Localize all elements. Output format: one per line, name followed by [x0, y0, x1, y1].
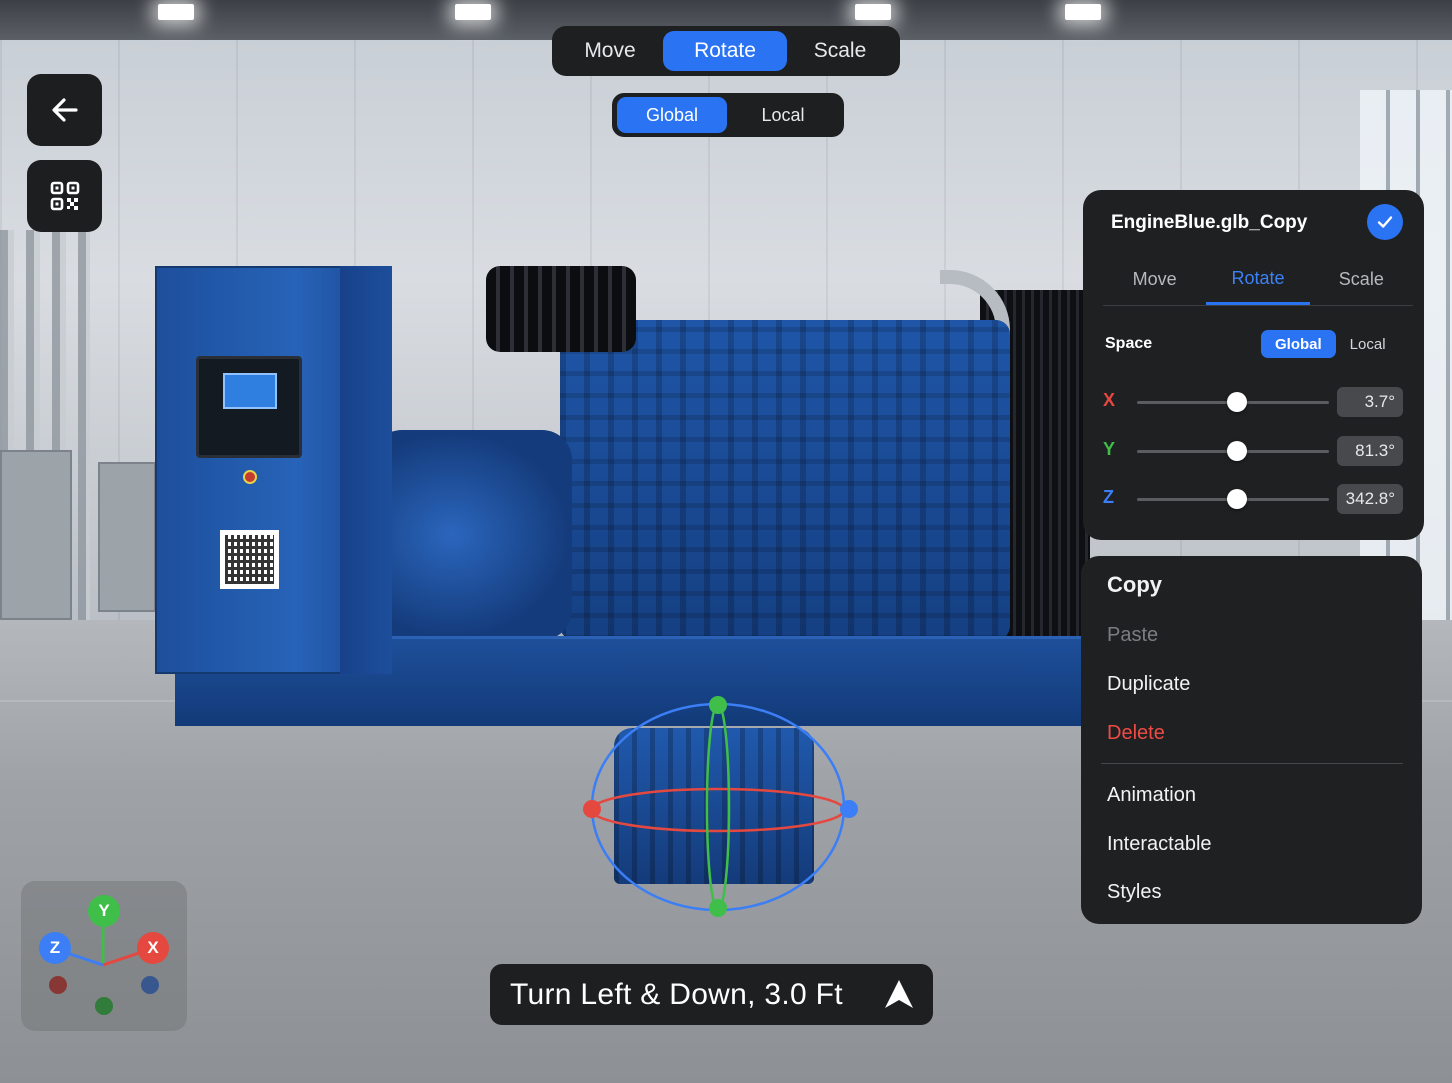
confirm-button[interactable]	[1367, 204, 1403, 240]
arrow-left-icon	[51, 98, 78, 122]
menu-item-duplicate[interactable]: Duplicate	[1107, 673, 1190, 696]
navigation-arrow-icon	[885, 980, 913, 1008]
ceiling-light	[855, 4, 891, 20]
electrical-cabinet	[98, 462, 156, 612]
object-context-menu: Copy Paste Duplicate Delete Animation In…	[1081, 556, 1422, 924]
menu-item-styles[interactable]: Styles	[1107, 881, 1161, 904]
generator-cabinet-side	[340, 266, 392, 674]
generator-air-filter	[486, 266, 636, 352]
transform-inspector-panel: EngineBlue.glb_Copy Move Rotate Scale Sp…	[1083, 190, 1424, 540]
menu-item-delete[interactable]: Delete	[1107, 722, 1165, 745]
menu-item-copy[interactable]: Copy	[1107, 572, 1162, 598]
axis-label-z: Z	[1103, 487, 1114, 507]
tab-rotate[interactable]: Rotate	[1206, 254, 1310, 305]
emergency-stop-button	[243, 470, 257, 484]
space-option-global[interactable]: Global	[1261, 330, 1336, 358]
ceiling-light	[1065, 4, 1101, 20]
navigation-hint-text: Turn Left & Down, 3.0 Ft	[510, 977, 843, 1011]
axis-value-x[interactable]: 3.7°	[1337, 387, 1403, 417]
axis-widget-x-label: X	[147, 938, 159, 957]
axis-row-x: X 3.7°	[1103, 387, 1405, 417]
qr-code-icon	[50, 181, 79, 211]
axis-row-y: Y 81.3°	[1103, 436, 1405, 466]
ceiling-light	[455, 4, 491, 20]
ceiling-light	[158, 4, 194, 20]
axis-label-x: X	[1103, 390, 1116, 410]
generator-engine-block	[560, 320, 1010, 640]
axis-label-y: Y	[1103, 439, 1116, 459]
gizmo-z-ring	[590, 702, 846, 912]
transform-space-toolbar: Global Local	[612, 93, 844, 137]
control-display	[223, 373, 277, 409]
mode-move-button[interactable]: Move	[557, 31, 663, 71]
rotate-gizmo[interactable]	[575, 690, 865, 920]
space-local-button[interactable]: Local	[727, 97, 839, 133]
gizmo-y-ring	[705, 702, 731, 912]
gizmo-y-handle-bottom	[709, 899, 727, 917]
space-label: Space	[1105, 335, 1153, 352]
tab-move[interactable]: Move	[1103, 254, 1206, 305]
space-global-button[interactable]: Global	[617, 97, 727, 133]
generator-qr-tag	[220, 530, 279, 589]
axis-slider-x-knob[interactable]	[1226, 392, 1247, 412]
orientation-axis-widget[interactable]: Y Z X	[21, 881, 187, 1031]
navigation-hint: Turn Left & Down, 3.0 Ft	[490, 964, 933, 1025]
menu-item-interactable[interactable]: Interactable	[1107, 833, 1212, 856]
inspector-tabs: Move Rotate Scale	[1103, 254, 1413, 306]
check-icon	[1377, 216, 1393, 228]
axis-slider-y-knob[interactable]	[1226, 441, 1247, 461]
mode-scale-button[interactable]: Scale	[787, 31, 893, 71]
menu-item-paste[interactable]: Paste	[1107, 624, 1158, 647]
transform-mode-toolbar: Move Rotate Scale	[552, 26, 900, 76]
axis-widget-y-label: Y	[98, 901, 110, 920]
axis-value-y[interactable]: 81.3°	[1337, 436, 1403, 466]
axis-widget-z-label: Z	[49, 938, 61, 957]
qr-scan-button[interactable]	[27, 160, 102, 232]
space-option-local[interactable]: Local	[1336, 330, 1400, 358]
generator-control-panel	[196, 356, 302, 458]
axis-row-z: Z 342.8°	[1103, 484, 1405, 514]
gizmo-z-handle	[840, 800, 858, 818]
gizmo-y-handle-top	[709, 696, 727, 714]
axis-slider-z-knob[interactable]	[1226, 489, 1247, 509]
menu-item-animation[interactable]: Animation	[1107, 784, 1196, 807]
gizmo-x-handle	[583, 800, 601, 818]
space-toggle: Global Local	[1261, 330, 1400, 358]
axis-value-z[interactable]: 342.8°	[1337, 484, 1403, 514]
gizmo-x-ring	[590, 787, 846, 833]
tab-scale[interactable]: Scale	[1310, 254, 1413, 305]
back-button[interactable]	[27, 74, 102, 146]
mode-rotate-button[interactable]: Rotate	[663, 31, 787, 71]
menu-divider	[1101, 763, 1403, 764]
generator-alternator	[372, 430, 572, 640]
electrical-cabinet	[0, 450, 72, 620]
object-name: EngineBlue.glb_Copy	[1111, 212, 1308, 233]
